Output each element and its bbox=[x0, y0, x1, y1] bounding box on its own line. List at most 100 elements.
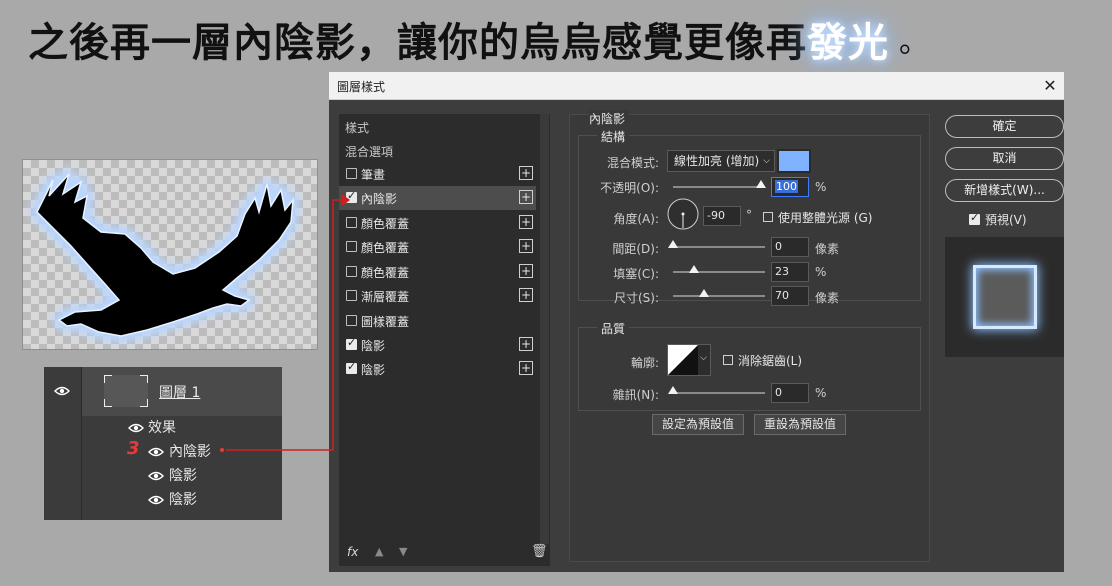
layer-name[interactable]: 圖層 1 bbox=[159, 382, 200, 402]
style-item-stroke[interactable]: 筆畫 + bbox=[339, 162, 536, 186]
eye-icon[interactable] bbox=[148, 471, 164, 481]
section-title: 內陰影 bbox=[589, 110, 630, 127]
add-icon[interactable]: + bbox=[519, 361, 533, 375]
style-item-gradient-overlay[interactable]: 漸層覆蓋 + bbox=[339, 284, 536, 308]
eye-icon[interactable] bbox=[128, 423, 144, 433]
contour-label: 輪廓: bbox=[630, 356, 659, 370]
new-style-button[interactable]: 新增樣式(W)... bbox=[945, 179, 1064, 202]
checkbox[interactable] bbox=[346, 290, 357, 301]
preview-checkbox[interactable] bbox=[969, 211, 980, 225]
chevron-down-icon: ⌵ bbox=[763, 156, 770, 166]
antialias-checkbox[interactable] bbox=[723, 355, 733, 365]
checkbox[interactable] bbox=[346, 266, 357, 277]
blend-mode-label: 混合模式: bbox=[606, 156, 659, 170]
choke-unit: % bbox=[815, 265, 827, 279]
set-default-button[interactable]: 設定為預設值 bbox=[652, 414, 744, 435]
quality-group: 品質 輪廓: ⌵ 消除鋸齒(L) 雜訊(N): 0 % bbox=[578, 320, 921, 411]
close-icon[interactable]: ✕ bbox=[1036, 72, 1064, 100]
size-unit: 像素 bbox=[815, 291, 840, 305]
global-light-checkbox[interactable] bbox=[763, 212, 773, 222]
add-icon[interactable]: + bbox=[519, 166, 533, 180]
size-slider[interactable] bbox=[673, 295, 765, 297]
add-icon[interactable]: + bbox=[519, 190, 533, 204]
canvas-preview bbox=[22, 159, 318, 350]
distance-label: 間距(D): bbox=[612, 242, 659, 256]
add-icon[interactable]: + bbox=[519, 288, 533, 302]
style-item-drop-shadow[interactable]: 陰影 + bbox=[339, 357, 536, 381]
opacity-slider-thumb[interactable] bbox=[756, 180, 766, 188]
visibility-column bbox=[44, 367, 82, 520]
checkbox[interactable] bbox=[346, 336, 357, 350]
arrow-up-icon[interactable]: ▲ bbox=[375, 545, 383, 558]
angle-input[interactable]: -90 bbox=[703, 206, 741, 226]
distance-slider[interactable] bbox=[673, 246, 765, 248]
opacity-input[interactable]: 100 bbox=[771, 177, 809, 197]
effects-label: 效果 bbox=[148, 420, 176, 436]
add-icon[interactable]: + bbox=[519, 337, 533, 351]
style-item-color-overlay[interactable]: 顏色覆蓋 + bbox=[339, 260, 536, 284]
distance-unit: 像素 bbox=[815, 242, 840, 256]
checkbox[interactable] bbox=[346, 315, 357, 326]
distance-slider-thumb[interactable] bbox=[668, 240, 678, 248]
preview-label[interactable]: 預視(V) bbox=[985, 211, 1027, 228]
choke-slider[interactable] bbox=[673, 271, 765, 273]
ok-button[interactable]: 確定 bbox=[945, 115, 1064, 138]
eye-icon[interactable] bbox=[148, 495, 164, 505]
heading-period: 。 bbox=[899, 25, 929, 60]
arrow-down-icon[interactable]: ▼ bbox=[399, 545, 407, 558]
contour-picker[interactable]: ⌵ bbox=[667, 344, 711, 376]
layer-row-layer1[interactable]: 圖層 1 bbox=[82, 367, 282, 416]
style-item-label: 筆畫 bbox=[361, 168, 386, 182]
angle-dial-icon[interactable] bbox=[666, 197, 700, 231]
checkbox[interactable] bbox=[346, 168, 357, 179]
style-item-pattern-overlay[interactable]: 圖樣覆蓋 bbox=[339, 309, 536, 333]
noise-label: 雜訊(N): bbox=[612, 388, 659, 402]
fx-button[interactable]: fx bbox=[347, 545, 358, 559]
style-list-scrollbar[interactable] bbox=[540, 114, 549, 544]
style-item-label: 陰影 bbox=[361, 339, 386, 353]
effect-item-drop-shadow[interactable]: 陰影 bbox=[169, 465, 197, 485]
layers-panel: 圖層 1 效果 3 內陰影 陰影 陰影 bbox=[44, 367, 282, 520]
trash-icon[interactable]: 🗑 bbox=[531, 544, 548, 559]
blend-mode-select[interactable]: 線性加亮 (增加) ⌵ bbox=[667, 150, 775, 172]
effect-item-inner-shadow[interactable]: 內陰影 bbox=[169, 441, 211, 461]
choke-input[interactable]: 23 bbox=[771, 262, 809, 282]
style-item-color-overlay[interactable]: 顏色覆蓋 + bbox=[339, 211, 536, 235]
tutorial-heading: 之後再一層內陰影，讓你的烏烏感覺更像再 發光。 bbox=[28, 10, 929, 68]
style-item-label: 陰影 bbox=[361, 363, 386, 377]
size-slider-thumb[interactable] bbox=[699, 289, 709, 297]
preview-square bbox=[976, 268, 1034, 326]
opacity-slider[interactable] bbox=[673, 186, 765, 188]
blending-options[interactable]: 混合選項 bbox=[345, 143, 393, 160]
checkbox[interactable] bbox=[346, 217, 357, 228]
styles-header[interactable]: 樣式 bbox=[345, 119, 369, 136]
reset-default-button[interactable]: 重設為預設值 bbox=[754, 414, 846, 435]
add-icon[interactable]: + bbox=[519, 215, 533, 229]
step-marker: 3 bbox=[127, 438, 140, 459]
eye-icon[interactable] bbox=[148, 447, 164, 457]
noise-slider-thumb[interactable] bbox=[668, 386, 678, 394]
style-item-drop-shadow[interactable]: 陰影 + bbox=[339, 333, 536, 357]
style-item-label: 漸層覆蓋 bbox=[361, 290, 410, 304]
distance-input[interactable]: 0 bbox=[771, 237, 809, 257]
shadow-color-swatch[interactable] bbox=[777, 149, 811, 173]
checkbox[interactable] bbox=[346, 189, 357, 203]
layer-style-dialog: 圖層樣式 ✕ 樣式 混合選項 筆畫 + 內陰影 + 顏色覆蓋 + 顏色覆蓋 + … bbox=[329, 72, 1064, 572]
add-icon[interactable]: + bbox=[519, 264, 533, 278]
effect-item-drop-shadow[interactable]: 陰影 bbox=[169, 489, 197, 509]
add-icon[interactable]: + bbox=[519, 239, 533, 253]
choke-slider-thumb[interactable] bbox=[689, 265, 699, 273]
size-input[interactable]: 70 bbox=[771, 286, 809, 306]
antialias-label[interactable]: 消除鋸齒(L) bbox=[738, 352, 802, 369]
size-label: 尺寸(S): bbox=[613, 291, 659, 305]
checkbox[interactable] bbox=[346, 241, 357, 252]
eye-icon[interactable] bbox=[54, 386, 70, 396]
noise-input[interactable]: 0 bbox=[771, 383, 809, 403]
style-item-color-overlay[interactable]: 顏色覆蓋 + bbox=[339, 235, 536, 259]
noise-slider[interactable] bbox=[673, 392, 765, 394]
checkbox[interactable] bbox=[346, 360, 357, 374]
global-light-label[interactable]: 使用整體光源 (G) bbox=[778, 209, 872, 226]
style-item-inner-shadow[interactable]: 內陰影 + bbox=[339, 186, 536, 210]
cancel-button[interactable]: 取消 bbox=[945, 147, 1064, 170]
style-item-label: 內陰影 bbox=[361, 192, 398, 206]
